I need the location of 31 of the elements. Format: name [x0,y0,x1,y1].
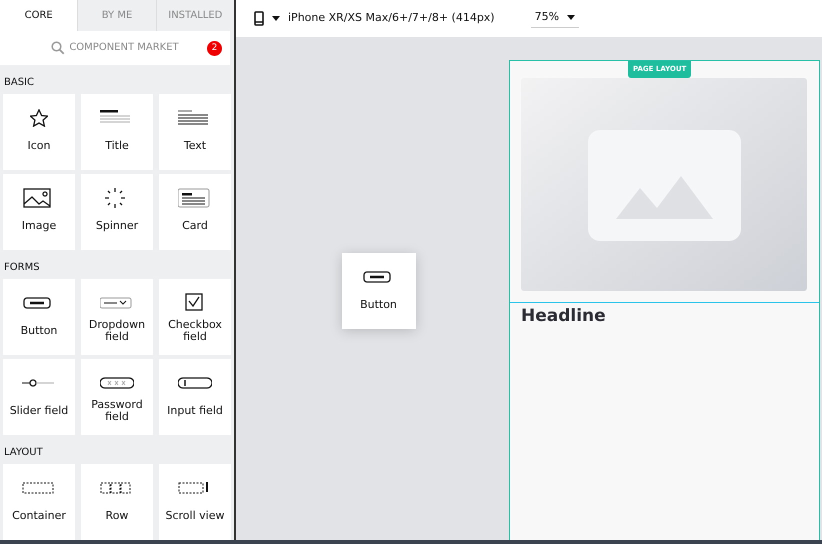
caret-icon [272,16,280,21]
section-heading: LAYOUT [3,446,44,460]
caret-icon [567,14,576,20]
tab[interactable]: CORE [0,0,78,31]
component-tile[interactable]: Row [81,464,153,540]
component-tile[interactable]: Icon [3,94,75,170]
component-tile[interactable]: Container [3,464,75,540]
component-tile[interactable]: Dropdown field [81,279,153,355]
section-heading: FORMS [3,261,41,275]
search-icon [51,40,66,55]
notification-badge: 2 [207,40,222,56]
component-tile[interactable]: Spinner [81,174,153,250]
phone-icon [254,11,264,26]
component-tile[interactable]: Scroll view [159,464,231,540]
component-tile[interactable]: Card [159,174,231,250]
headline: Headline [521,306,606,326]
component-tile[interactable]: Button [3,279,75,355]
zoom-dropdown[interactable]: 75% [530,8,580,28]
star-icon [30,109,48,127]
device-dropdown[interactable]: iPhone XR/XS Max/6+/7+/8+ (414px) [272,10,495,27]
component-tile[interactable]: Password field [81,359,153,435]
component-tile[interactable]: Slider field [3,359,75,435]
component-tile[interactable]: Title [81,94,153,170]
component-tile[interactable]: Input field [159,359,231,435]
section-heading: BASIC [3,76,35,90]
component-tile[interactable]: Image [3,174,75,250]
component-tile[interactable]: Button [342,252,416,328]
card-icon [178,186,212,210]
component-tile[interactable]: Text [159,94,231,170]
component-market-button[interactable]: COMPONENT MARKET 2 [0,30,230,65]
component-tile[interactable]: Checkbox field [159,279,231,355]
